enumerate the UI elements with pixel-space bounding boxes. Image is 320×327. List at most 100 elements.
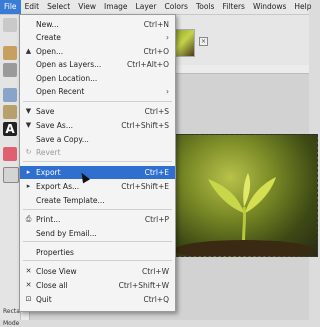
menu-item-save[interactable]: ▼ Save Ctrl+S (20, 105, 175, 118)
menu-item-export-as[interactable]: ▸ Export As... Ctrl+Shift+E (20, 180, 175, 193)
tool-crop-icon[interactable] (3, 63, 17, 77)
new-icon (24, 20, 33, 29)
export-as-icon: ▸ (26, 182, 31, 190)
open-icon: ▲ (25, 47, 32, 55)
menu-item-label: Properties (36, 248, 74, 257)
menu-item-shortcut: Ctrl+Alt+O (127, 60, 169, 69)
menubar-help[interactable]: Help (290, 0, 315, 14)
menu-item-label: New... (36, 20, 59, 29)
menu-separator (23, 161, 172, 162)
menu-item-open[interactable]: ▲ Open... Ctrl+O (20, 45, 175, 58)
menu-separator (23, 209, 172, 210)
menu-item-revert[interactable]: ↻ Revert (20, 146, 175, 159)
menu-item-label: Close all (36, 281, 68, 290)
menu-item-label: Create Template... (36, 196, 105, 205)
tool-paint-icon[interactable] (3, 88, 17, 102)
menubar-filters[interactable]: Filters (218, 0, 248, 14)
menu-item-save-as[interactable]: ▼ Save As... Ctrl+Shift+S (20, 119, 175, 132)
menu-item-shortcut: Ctrl+P (144, 215, 169, 224)
blank-icon (24, 74, 33, 83)
menu-item-label: Save a Copy... (36, 135, 89, 144)
menu-item-label: Save As... (36, 121, 73, 130)
menu-item-new[interactable]: New... Ctrl+N (20, 18, 175, 31)
export-icon: ▸ (26, 168, 31, 176)
menu-item-open-recent[interactable]: Open Recent › (20, 85, 175, 98)
menu-item-label: Open... (36, 47, 64, 56)
quit-icon: ⊡ (25, 295, 32, 303)
menu-item-quit[interactable]: ⊡ Quit Ctrl+Q (20, 293, 175, 306)
blank-icon (24, 196, 33, 205)
blank-icon (24, 33, 33, 42)
menu-item-label: Send by Email... (36, 229, 97, 238)
tool-fuzzy-select-icon[interactable] (3, 46, 17, 60)
menu-item-label: Close View (36, 267, 77, 276)
color-swatch-icon[interactable] (3, 167, 19, 183)
menu-item-shortcut: Ctrl+Shift+S (121, 121, 169, 130)
close-icon: ✕ (25, 267, 32, 275)
menubar-layer[interactable]: Layer (132, 0, 161, 14)
menu-item-properties[interactable]: Properties (20, 246, 175, 259)
tool-brush-icon[interactable] (3, 105, 17, 119)
submenu-arrow-icon: › (166, 33, 169, 42)
menu-separator (23, 241, 172, 242)
save-as-icon: ▼ (25, 121, 32, 129)
menu-item-create[interactable]: Create › (20, 31, 175, 44)
close-tab-icon[interactable]: × (199, 37, 208, 46)
blank-icon (24, 60, 33, 69)
menu-item-create-template[interactable]: Create Template... (20, 194, 175, 207)
menu-item-send-by-email[interactable]: Send by Email... (20, 227, 175, 240)
blank-icon (24, 87, 33, 96)
menu-item-label: Print... (36, 215, 61, 224)
menu-item-shortcut: Ctrl+Shift+E (121, 182, 169, 191)
menu-item-print[interactable]: ⎙ Print... Ctrl+P (20, 213, 175, 226)
menubar-image[interactable]: Image (100, 0, 132, 14)
menu-item-shortcut: Ctrl+S (144, 107, 169, 116)
tool-options-title: Recta (3, 308, 20, 315)
menu-item-label: Export (36, 168, 61, 177)
menubar-select[interactable]: Select (43, 0, 74, 14)
menu-item-shortcut: Ctrl+Shift+W (118, 281, 169, 290)
menu-item-label: Export As... (36, 182, 80, 191)
menubar-view[interactable]: View (74, 0, 100, 14)
menubar-edit[interactable]: Edit (21, 0, 44, 14)
file-menu: New... Ctrl+N Create › ▲ Open... Ctrl+O Open as… (19, 14, 176, 312)
close-all-icon: ✕ (25, 281, 32, 289)
menu-separator (23, 260, 172, 261)
tool-rect-select[interactable] (3, 18, 17, 32)
menu-item-shortcut: Ctrl+O (143, 47, 169, 56)
print-icon: ⎙ (25, 215, 32, 223)
menu-item-label: Revert (36, 148, 61, 157)
menubar-file[interactable]: File (0, 0, 21, 14)
submenu-arrow-icon: › (166, 87, 169, 96)
save-icon: ▼ (25, 107, 32, 115)
menu-item-open-location[interactable]: Open Location... (20, 72, 175, 85)
menu-item-label: Save (36, 107, 55, 116)
menubar-windows[interactable]: Windows (249, 0, 290, 14)
menu-item-label: Open Recent (36, 87, 85, 96)
menu-item-shortcut: Ctrl+W (141, 267, 169, 276)
menu-item-label: Open as Layers... (36, 60, 102, 69)
menu-item-shortcut: Ctrl+N (143, 20, 169, 29)
menubar-colors[interactable]: Colors (160, 0, 192, 14)
menu-item-shortcut: Ctrl+E (144, 168, 169, 177)
revert-icon: ↻ (25, 148, 32, 156)
menubar-tools[interactable]: Tools (192, 0, 218, 14)
menu-item-label: Quit (36, 295, 52, 304)
menu-item-open-as-layers[interactable]: Open as Layers... Ctrl+Alt+O (20, 58, 175, 71)
eraser-tool-icon[interactable] (3, 147, 17, 161)
image-canvas[interactable] (171, 134, 318, 257)
blank-icon (24, 135, 33, 144)
menu-item-save-a-copy[interactable]: Save a Copy... (20, 133, 175, 146)
menu-separator (23, 101, 172, 102)
menu-item-close-all[interactable]: ✕ Close all Ctrl+Shift+W (20, 279, 175, 292)
menu-item-export[interactable]: ▸ Export Ctrl+E (20, 166, 175, 179)
menubar: File Edit Select View Image Layer Colors Tools F… (0, 0, 312, 15)
menu-item-label: Create (36, 33, 61, 42)
blank-icon (24, 229, 33, 238)
toolbox: A Recta Mode (0, 15, 21, 327)
sprout-image (174, 173, 314, 256)
menu-item-label: Open Location... (36, 74, 98, 83)
text-tool-icon[interactable]: A (3, 122, 17, 136)
menu-item-shortcut: Ctrl+Q (143, 295, 169, 304)
menu-item-close-view[interactable]: ✕ Close View Ctrl+W (20, 265, 175, 278)
